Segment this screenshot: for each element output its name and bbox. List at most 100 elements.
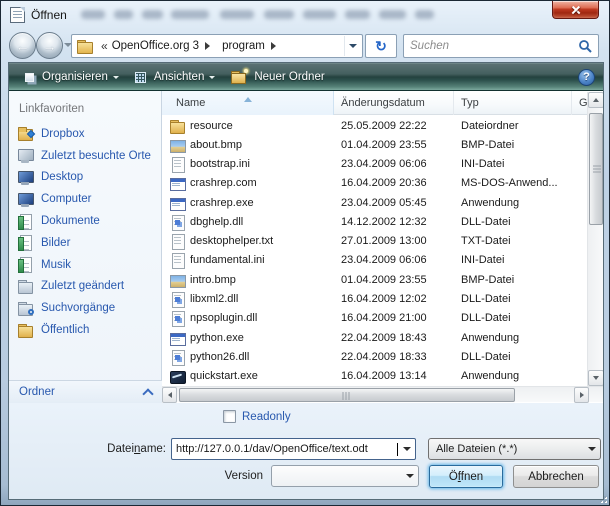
back-button[interactable]: ← (9, 32, 36, 59)
file-row[interactable]: dbghelp.dll 14.12.2002 12:32 DLL-Datei (162, 212, 587, 231)
favorites-header: Linkfavoriten (19, 103, 84, 115)
column-header-type[interactable]: Typ (454, 91, 572, 115)
back-arrow-icon: ← (16, 39, 30, 53)
sidebar-item-public[interactable]: Öffentlich (9, 319, 162, 341)
dropbox-folder-icon (17, 126, 34, 141)
file-row[interactable]: npsoplugin.dll 16.04.2009 21:00 DLL-Date… (162, 309, 587, 328)
help-button[interactable]: ? (578, 69, 595, 86)
file-row[interactable]: crashrep.exe 23.04.2009 05:45 Anwendung (162, 193, 587, 212)
triangle-right-icon (580, 392, 587, 398)
scroll-down-button[interactable] (588, 370, 604, 386)
help-icon: ? (583, 71, 590, 83)
navigation-bar: ← → « OpenOffice.org 3 program ↻ Suchen (1, 29, 610, 63)
filetype-select[interactable]: Alle Dateien (*.*) (428, 438, 601, 460)
application-icon (169, 330, 185, 346)
open-file-dialog: Öffnen ← → « OpenOffice.org 3 program (0, 0, 610, 506)
sidebar-item-recent-places[interactable]: Zuletzt besuchte Orte (9, 145, 162, 167)
text-file-icon (169, 233, 185, 249)
views-button[interactable]: Ansichten (127, 68, 224, 86)
open-button[interactable]: Öffnen (429, 465, 503, 488)
quickstart-app-icon (169, 368, 185, 384)
filename-dropdown-button[interactable] (398, 439, 415, 459)
sidebar-item-pictures[interactable]: Bilder (9, 232, 162, 254)
sidebar-item-documents[interactable]: Dokumente (9, 210, 162, 232)
background-menu-blur (345, 10, 370, 19)
file-list: Name Änderungsdatum Typ G resource 25.05… (162, 91, 603, 403)
chevron-right-icon[interactable] (271, 42, 280, 50)
application-icon (169, 195, 185, 211)
window-title: Öffnen (31, 8, 67, 22)
address-dropdown-button[interactable] (344, 36, 360, 56)
background-menu-blur (114, 10, 133, 19)
scroll-up-button[interactable] (588, 92, 604, 108)
list-header: Name Änderungsdatum Typ G (162, 91, 603, 115)
bitmap-image-icon (169, 137, 185, 153)
forward-button[interactable]: → (36, 32, 63, 59)
sidebar-item-dropbox[interactable]: Dropbox (9, 123, 162, 145)
file-row[interactable]: python.exe 22.04.2009 18:43 Anwendung (162, 328, 587, 347)
chevron-down-icon (583, 439, 600, 459)
file-row[interactable]: bootstrap.ini 23.04.2009 06:06 INI-Datei (162, 155, 587, 174)
file-row[interactable]: quickstart.exe 16.04.2009 13:14 Anwendun… (162, 366, 587, 385)
recent-places-icon (17, 148, 34, 163)
breadcrumb-overflow[interactable]: « (101, 39, 108, 53)
chevron-right-icon[interactable] (205, 42, 214, 50)
readonly-checkbox[interactable] (223, 410, 236, 423)
file-row[interactable]: resource 25.05.2009 22:22 Dateiordner (162, 116, 587, 135)
organize-label: Organisieren (42, 71, 108, 83)
breadcrumb-segment[interactable]: program (220, 39, 267, 53)
text-file-icon (169, 156, 185, 172)
scroll-left-button[interactable] (162, 387, 177, 403)
search-icon[interactable] (578, 39, 592, 53)
organize-icon (25, 73, 34, 82)
horizontal-scroll-thumb[interactable] (179, 388, 515, 402)
refresh-icon: ↻ (375, 39, 387, 53)
title-bar[interactable]: Öffnen (1, 1, 610, 29)
file-row[interactable]: libxml2.dll 16.04.2009 12:02 DLL-Datei (162, 289, 587, 308)
breadcrumb-segment[interactable]: OpenOffice.org 3 (110, 39, 201, 53)
organize-button[interactable]: Organisieren (17, 68, 127, 86)
version-label: Version (149, 470, 263, 482)
horizontal-scrollbar[interactable] (162, 386, 603, 402)
file-row[interactable]: fundamental.ini 23.04.2009 06:06 INI-Dat… (162, 251, 587, 270)
chevron-up-icon (144, 388, 152, 396)
search-placeholder: Suchen (410, 40, 578, 52)
sidebar-item-searches[interactable]: Suchvorgänge (9, 297, 162, 319)
filename-value: http://127.0.0.1/dav/OpenOffice/text.odt (172, 443, 396, 455)
file-rows: resource 25.05.2009 22:22 Dateiordner ab… (162, 116, 587, 386)
filetype-value: Alle Dateien (*.*) (429, 443, 583, 455)
refresh-button[interactable]: ↻ (365, 34, 397, 58)
views-label: Ansichten (154, 71, 205, 83)
dll-file-icon (169, 214, 185, 230)
sidebar-item-music[interactable]: Musik (9, 254, 162, 276)
chevron-down-icon (401, 466, 418, 486)
sidebar-item-desktop[interactable]: Desktop (9, 167, 162, 189)
triangle-left-icon (165, 392, 172, 398)
searches-icon (17, 301, 34, 316)
sidebar-item-computer[interactable]: Computer (9, 188, 162, 210)
file-row[interactable]: intro.bmp 01.04.2009 23:55 BMP-Datei (162, 270, 587, 289)
cancel-button[interactable]: Abbrechen (513, 465, 599, 488)
scroll-right-button[interactable] (574, 387, 589, 403)
vertical-scroll-thumb[interactable] (589, 113, 603, 225)
background-menu-blur (142, 10, 163, 19)
folders-label: Ordner (19, 386, 144, 398)
file-row[interactable]: about.bmp 01.04.2009 23:55 BMP-Datei (162, 135, 587, 154)
favorites-sidebar: Linkfavoriten Dropbox Zuletzt besuchte O… (9, 91, 162, 403)
search-input[interactable]: Suchen (403, 34, 599, 58)
new-folder-button[interactable]: Neuer Ordner (223, 68, 332, 86)
address-bar[interactable]: « OpenOffice.org 3 program (71, 34, 363, 58)
column-header-date[interactable]: Änderungsdatum (334, 91, 454, 115)
file-row[interactable]: python26.dll 22.04.2009 18:33 DLL-Datei (162, 347, 587, 366)
folders-expander[interactable]: Ordner (9, 380, 162, 403)
background-menu-blur (303, 10, 336, 19)
file-row[interactable]: crashrep.com 16.04.2009 20:36 MS-DOS-Anw… (162, 174, 587, 193)
version-select[interactable] (271, 465, 419, 487)
close-button[interactable] (552, 1, 599, 19)
filename-input[interactable]: http://127.0.0.1/dav/OpenOffice/text.odt (171, 438, 416, 460)
column-header-name[interactable]: Name (162, 91, 334, 115)
main-area: Linkfavoriten Dropbox Zuletzt besuchte O… (9, 91, 603, 403)
vertical-scrollbar[interactable] (587, 92, 603, 386)
sidebar-item-recently-changed[interactable]: Zuletzt geändert (9, 276, 162, 298)
file-row[interactable]: desktophelper.txt 27.01.2009 13:00 TXT-D… (162, 232, 587, 251)
